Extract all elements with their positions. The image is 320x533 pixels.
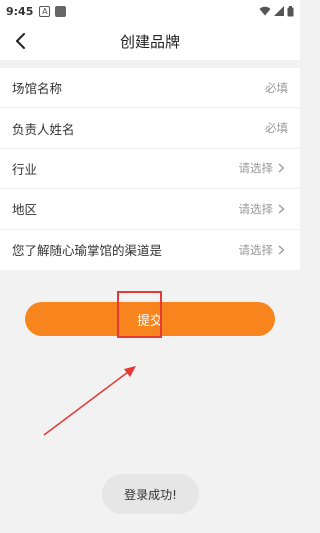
field-channel[interactable]: 您了解随心瑜掌馆的渠道是 请选择 xyxy=(0,230,300,270)
back-button[interactable] xyxy=(8,28,34,54)
chevron-right-icon xyxy=(278,204,288,214)
chevron-right-icon xyxy=(278,163,288,173)
field-venue-name[interactable]: 场馆名称 必填 xyxy=(0,68,300,109)
field-placeholder: 必填 xyxy=(265,80,288,95)
page-title: 创建品牌 xyxy=(119,32,180,51)
back-arrow-icon xyxy=(16,33,25,49)
submit-label: 提交 xyxy=(136,312,163,328)
field-placeholder: 必填 xyxy=(265,121,288,136)
signal-icon xyxy=(274,6,284,16)
channel-select[interactable]: 请选择 xyxy=(239,242,289,258)
nav-bar: 创建品牌 xyxy=(0,22,300,60)
field-label: 行业 xyxy=(12,161,38,177)
toast-text: 登录成功! xyxy=(124,487,177,502)
toast-message: 登录成功! xyxy=(102,474,199,514)
a-notification-icon: A xyxy=(39,5,51,17)
brand-form: 场馆名称 必填 负责人姓名 必填 行业 请选择 地区 请选择 您了解随心瑜掌馆的… xyxy=(0,68,300,270)
chevron-right-icon xyxy=(278,245,288,255)
venue-name-input[interactable]: 必填 xyxy=(265,80,288,96)
field-placeholder: 请选择 xyxy=(238,201,274,216)
field-manager-name[interactable]: 负责人姓名 必填 xyxy=(0,108,300,149)
field-industry[interactable]: 行业 请选择 xyxy=(0,149,300,190)
manager-name-input[interactable]: 必填 xyxy=(265,120,288,136)
field-placeholder: 请选择 xyxy=(238,161,274,176)
status-bar: 9:45 A xyxy=(0,0,300,22)
region-select[interactable]: 请选择 xyxy=(239,201,289,217)
field-placeholder: 请选择 xyxy=(238,242,274,257)
status-right-icons xyxy=(259,5,294,17)
battery-icon xyxy=(287,5,294,16)
wifi-icon xyxy=(259,6,271,16)
field-label: 您了解随心瑜掌馆的渠道是 xyxy=(12,243,163,259)
field-label: 场馆名称 xyxy=(12,81,63,97)
notification-square-icon xyxy=(55,5,67,17)
field-label: 负责人姓名 xyxy=(12,121,75,137)
screen: 9:45 A 创建品牌 场馆名称 必填 负责人姓名 必填 行业 请选择 地区 请… xyxy=(0,0,300,533)
submit-button[interactable]: 提交 xyxy=(25,302,275,336)
field-label: 地区 xyxy=(12,202,38,218)
field-region[interactable]: 地区 请选择 xyxy=(0,189,300,230)
status-time: 9:45 xyxy=(6,4,34,18)
industry-select[interactable]: 请选择 xyxy=(239,160,289,176)
